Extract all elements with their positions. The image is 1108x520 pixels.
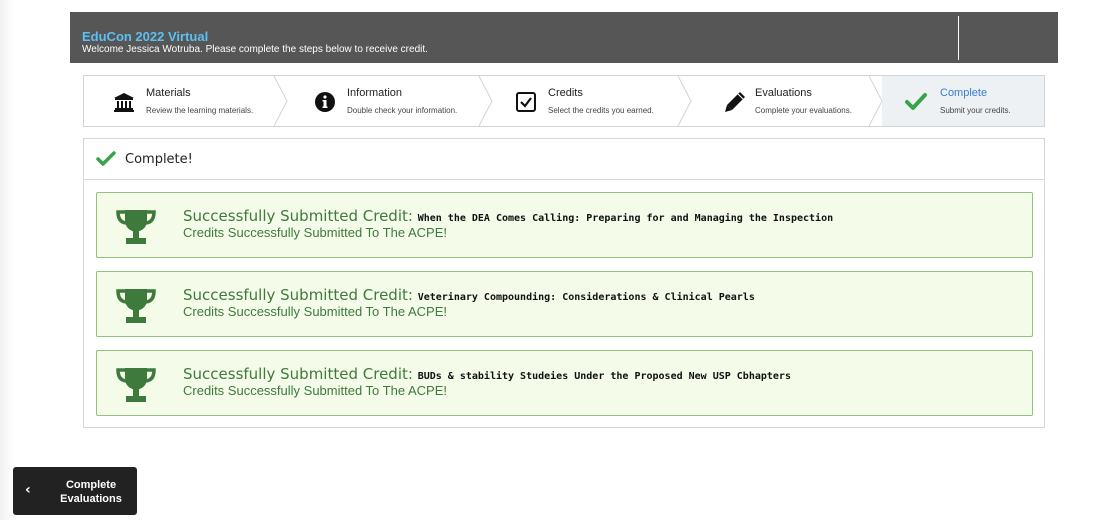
step-name: Evaluations bbox=[755, 87, 812, 99]
step-credits[interactable]: Credits Select the credits you earned. bbox=[492, 76, 692, 126]
course-title: BUDs & stability Studeies Under the Prop… bbox=[417, 371, 791, 382]
credit-card: Successfully Submitted Credit: Veterinar… bbox=[96, 271, 1033, 337]
credit-card: Successfully Submitted Credit: BUDs & st… bbox=[96, 350, 1033, 416]
credit-title-line: Successfully Submitted Credit: When the … bbox=[183, 207, 833, 226]
welcome-message: Welcome Jessica Wotruba. Please complete… bbox=[82, 44, 428, 55]
step-description: Review the learning materials. bbox=[146, 106, 254, 115]
credit-status: Credits Successfully Submitted To The AC… bbox=[183, 383, 447, 398]
checkmark-icon bbox=[96, 150, 116, 173]
back-button-label: Complete Evaluations bbox=[51, 478, 131, 506]
course-title: Veterinary Compounding: Considerations &… bbox=[417, 292, 755, 303]
credit-prefix: Successfully Submitted Credit: bbox=[183, 365, 418, 383]
credit-prefix: Successfully Submitted Credit: bbox=[183, 207, 418, 225]
event-title: EduCon 2022 Virtual bbox=[82, 29, 209, 44]
step-evaluations[interactable]: Evaluations Complete your evaluations. bbox=[691, 76, 883, 126]
credit-status: Credits Successfully Submitted To The AC… bbox=[183, 225, 447, 240]
step-materials[interactable]: Materials Review the learning materials. bbox=[84, 76, 288, 126]
left-edge-shadow bbox=[0, 0, 14, 520]
credit-title-line: Successfully Submitted Credit: Veterinar… bbox=[183, 286, 755, 305]
trophy-icon bbox=[115, 366, 157, 409]
step-description: Select the credits you earned. bbox=[548, 106, 654, 115]
event-header: EduCon 2022 Virtual Welcome Jessica Wotr… bbox=[70, 12, 1058, 63]
panel-title: Complete! bbox=[125, 152, 193, 167]
back-button-label-line2: Evaluations bbox=[60, 493, 122, 505]
step-name: Materials bbox=[146, 87, 191, 99]
panel-header: Complete! bbox=[84, 139, 1044, 180]
step-separator bbox=[869, 76, 883, 126]
header-divider bbox=[958, 16, 959, 60]
trophy-icon bbox=[115, 208, 157, 251]
checkmark-icon bbox=[904, 90, 928, 114]
credit-prefix: Successfully Submitted Credit: bbox=[183, 286, 418, 304]
complete-panel: Complete! Successfully Submitted Credit:… bbox=[83, 138, 1045, 428]
credit-title-line: Successfully Submitted Credit: BUDs & st… bbox=[183, 365, 791, 384]
back-button-label-line1: Complete bbox=[65, 479, 117, 491]
step-name: Credits bbox=[548, 87, 583, 99]
step-name: Information bbox=[347, 87, 403, 99]
complete-evaluations-button[interactable]: ‹ Complete Evaluations bbox=[13, 467, 137, 515]
info-icon bbox=[313, 90, 337, 114]
checkbox-icon bbox=[514, 90, 538, 114]
credit-status: Credits Successfully Submitted To The AC… bbox=[183, 304, 447, 319]
step-separator bbox=[274, 76, 288, 126]
step-description: Complete your evaluations. bbox=[755, 106, 852, 115]
step-separator bbox=[678, 76, 692, 126]
step-separator bbox=[479, 76, 493, 126]
step-description: Submit your credits. bbox=[940, 106, 1011, 115]
credit-card: Successfully Submitted Credit: When the … bbox=[96, 192, 1033, 258]
step-name: Complete bbox=[940, 87, 988, 99]
step-complete[interactable]: Complete Submit your credits. bbox=[882, 76, 1044, 126]
page: EduCon 2022 Virtual Welcome Jessica Wotr… bbox=[0, 0, 1108, 520]
chevron-left-icon: ‹ bbox=[25, 482, 31, 498]
trophy-icon bbox=[115, 287, 157, 330]
pencil-icon bbox=[723, 90, 747, 114]
step-information[interactable]: Information Double check your informatio… bbox=[287, 76, 493, 126]
step-description: Double check your information. bbox=[347, 106, 458, 115]
bank-icon bbox=[112, 90, 136, 114]
progress-stepper: Materials Review the learning materials.… bbox=[83, 75, 1045, 127]
course-title: When the DEA Comes Calling: Preparing fo… bbox=[417, 213, 834, 224]
